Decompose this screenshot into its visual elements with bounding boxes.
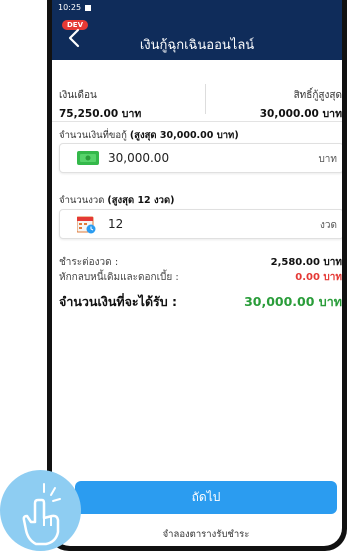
salary-value: 75,250.00 บาท (59, 108, 142, 120)
salary-block: เงินเดือน 75,250.00 บาท (59, 88, 141, 122)
status-time: 10:25 (58, 3, 82, 12)
entitlement-value: 30,000.00 บาท (259, 108, 342, 120)
loan-label-text: จำนวนเงินที่ขอกู้ (59, 130, 130, 141)
app-screen: 10:25 DEV เงินกู้ฉุกเฉินออนไลน์ เงินเดือ… (52, 0, 342, 546)
loan-amount-label: จำนวนเงินที่ขอกู้ (สูงสุด 30,000.00 บาท) (59, 128, 239, 143)
per-installment-row: ชำระต่องวด : 2,580.00 บาท (59, 255, 342, 270)
entitlement-block: สิทธิ์กู้สูงสุด 30,000.00 บาท (260, 88, 342, 122)
installments-input[interactable]: 12 งวด (59, 209, 342, 239)
next-button[interactable]: ถัดไป (75, 481, 337, 514)
installments-unit: งวด (320, 220, 337, 231)
loan-amount-unit: บาท (318, 154, 337, 165)
money-icon (77, 151, 99, 165)
phone-frame: 10:25 DEV เงินกู้ฉุกเฉินออนไลน์ เงินเดือ… (47, 0, 347, 551)
tap-hint-icon (0, 470, 81, 551)
installments-label: จำนวนงวด (สูงสุด 12 งวด) (59, 193, 174, 208)
pointing-hand-icon (22, 483, 61, 546)
deduction-label: หักกลบหนี้เดิมและดอกเบี้ย : (59, 272, 179, 283)
calendar-icon (77, 216, 96, 234)
section-divider (52, 121, 342, 122)
simulate-schedule-link[interactable]: จำลองตารางรับชำระ (75, 527, 337, 542)
loan-amount-input[interactable]: 30,000.00 บาท (59, 143, 342, 173)
status-bar: 10:25 (58, 3, 92, 12)
total-row: จำนวนเงินที่จะได้รับ : 30,000.00 บาท (59, 292, 342, 312)
per-installment-label: ชำระต่องวด : (59, 257, 119, 268)
loan-label-max: (สูงสุด 30,000.00 บาท) (129, 130, 239, 141)
deduction-value: 0.00 บาท (295, 272, 342, 283)
total-label: จำนวนเงินที่จะได้รับ : (59, 294, 178, 309)
salary-label: เงินเดือน (59, 90, 97, 101)
page-title: เงินกู้ฉุกเฉินออนไลน์ (139, 38, 255, 53)
deduction-row: หักกลบหนี้เดิมและดอกเบี้ย : 0.00 บาท (59, 270, 342, 285)
installments-value: 12 (108, 217, 124, 231)
installments-label-text: จำนวนงวด (59, 195, 108, 206)
entitlement-label: สิทธิ์กู้สูงสุด (293, 90, 342, 101)
total-value: 30,000.00 บาท (244, 294, 342, 309)
notification-icon (85, 4, 92, 11)
loan-amount-value: 30,000.00 (108, 151, 170, 165)
per-installment-value: 2,580.00 บาท (270, 257, 342, 268)
info-divider (205, 84, 206, 114)
app-header: 10:25 DEV เงินกู้ฉุกเฉินออนไลน์ (52, 0, 342, 60)
installments-label-max: (สูงสุด 12 งวด) (107, 195, 175, 206)
